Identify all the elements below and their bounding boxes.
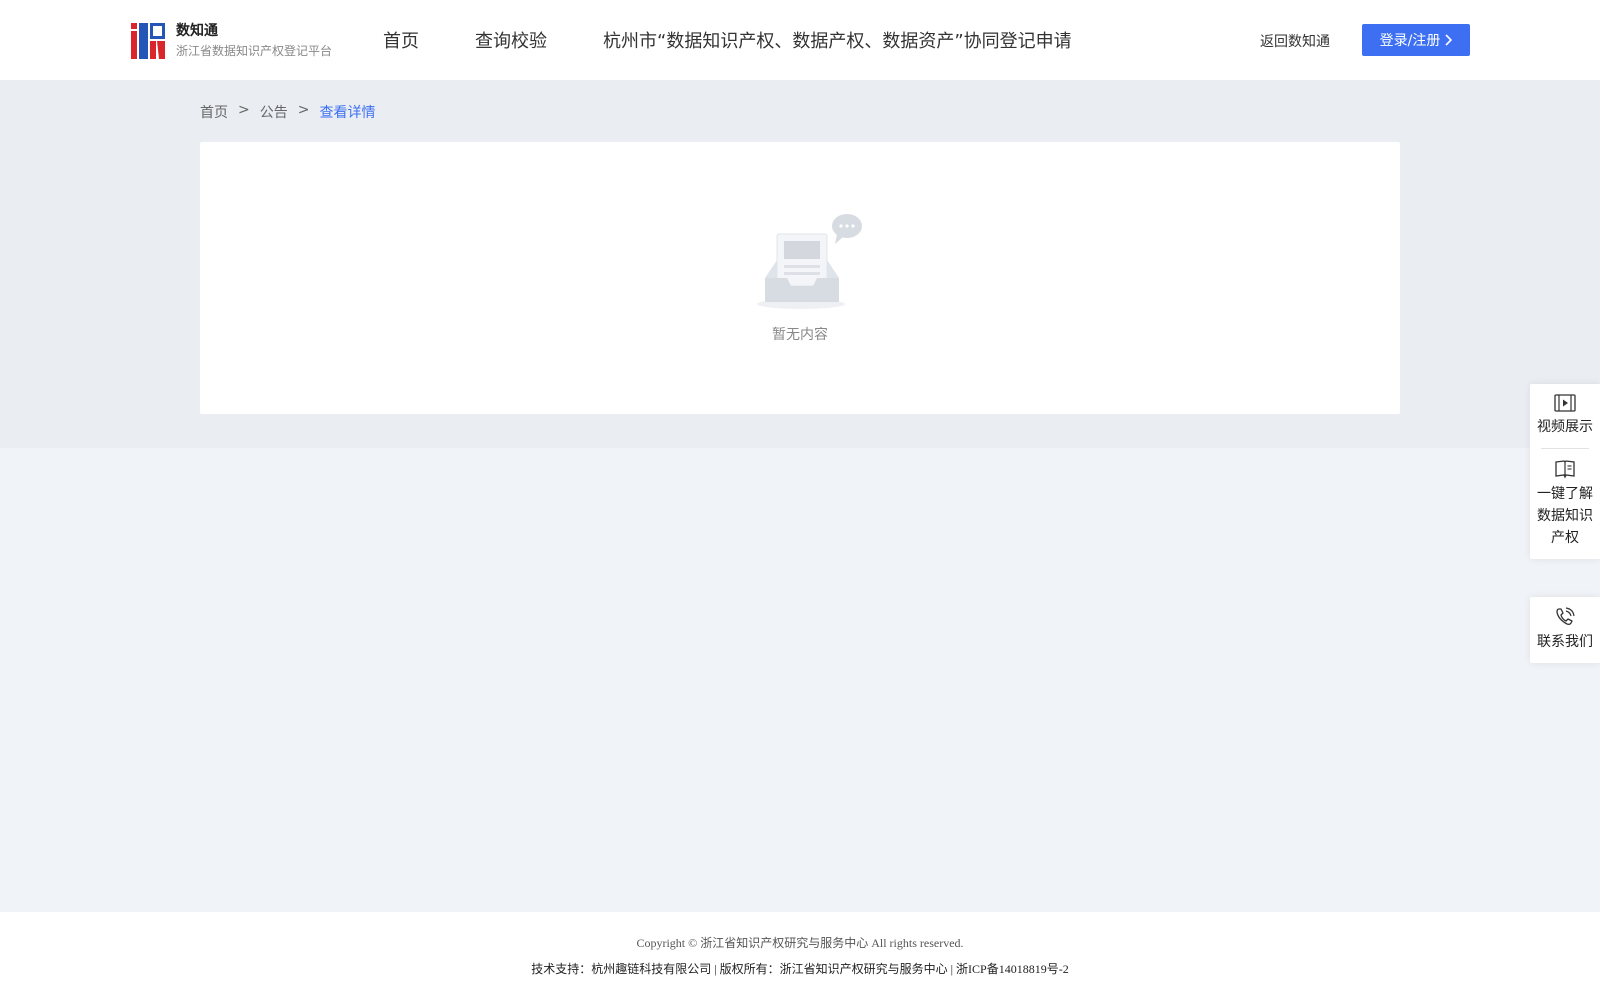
nav-home[interactable]: 首页 (383, 27, 419, 53)
nav-query-verify[interactable]: 查询校验 (475, 27, 547, 53)
contact-us-label: 联系我们 (1537, 634, 1593, 650)
side-panel: 视频展示 一键了解 数据知识 产权 (1530, 384, 1600, 559)
learn-data-ip-label: 一键了解 数据知识 产权 (1537, 483, 1593, 549)
empty-inbox-icon (757, 214, 862, 309)
contact-panel: 联系我们 (1530, 597, 1600, 663)
video-showcase-button[interactable]: 视频展示 (1530, 384, 1600, 448)
logo-icon[interactable] (131, 21, 165, 59)
breadcrumb-separator: > (238, 102, 250, 118)
video-icon (1554, 394, 1576, 412)
learn-line-2: 数据知识 (1537, 508, 1593, 524)
learn-data-ip-button[interactable]: 一键了解 数据知识 产权 (1530, 449, 1600, 559)
video-showcase-label: 视频展示 (1537, 419, 1593, 435)
breadcrumb-announcement[interactable]: 公告 (260, 102, 288, 122)
breadcrumb-current: 查看详情 (319, 105, 376, 121)
chevron-right-icon (1445, 34, 1453, 46)
nav-hangzhou-registration[interactable]: 杭州市“数据知识产权、数据产权、数据资产”协同登记申请 (603, 27, 1072, 53)
learn-line-3: 产权 (1551, 530, 1579, 546)
phone-icon (1556, 607, 1575, 625)
breadcrumb: 首页 > 公告 > 查看详情 (200, 102, 375, 122)
detail-card: 暂无内容 (200, 142, 1400, 414)
top-header: 数知通 浙江省数据知识产权登记平台 首页 查询校验 杭州市“数据知识产权、数据产… (0, 0, 1600, 80)
breadcrumb-separator: > (297, 102, 310, 118)
logo-title: 数知通 (176, 23, 218, 39)
login-register-button[interactable]: 登录/注册 (1362, 24, 1470, 56)
breadcrumb-home[interactable]: 首页 (200, 102, 228, 122)
book-icon (1555, 460, 1575, 479)
empty-text: 暂无内容 (772, 327, 828, 343)
logo-subtitle: 浙江省数据知识产权登记平台 (176, 44, 333, 58)
back-to-shuzhitong-link[interactable]: 返回数知通 (1260, 31, 1330, 51)
login-register-label: 登录/注册 (1379, 33, 1441, 49)
footer: Copyright © 浙江省知识产权研究与服务中心 All rights re… (0, 912, 1600, 1000)
contact-us-button[interactable]: 联系我们 (1530, 597, 1600, 663)
learn-line-1: 一键了解 (1537, 486, 1593, 502)
footer-support: 技术支持：杭州趣链科技有限公司 | 版权所有：浙江省知识产权研究与服务中心 | … (531, 962, 1069, 976)
footer-copyright: Copyright © 浙江省知识产权研究与服务中心 All rights re… (636, 936, 964, 950)
